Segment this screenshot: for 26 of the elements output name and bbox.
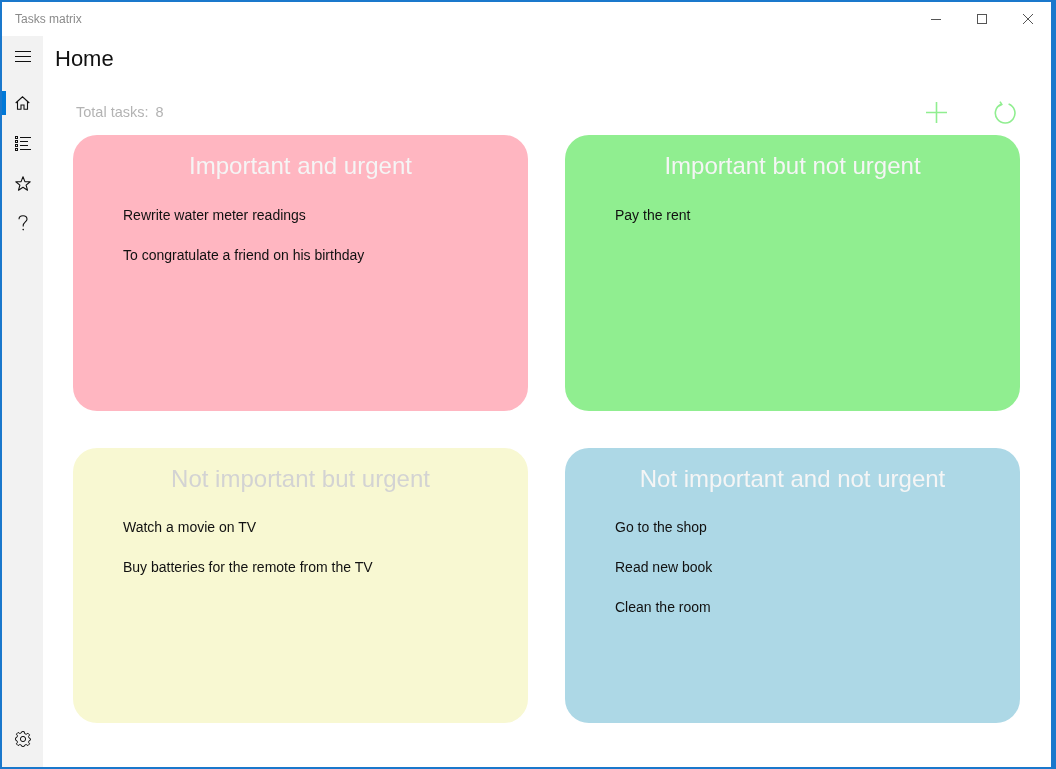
quadrant-title: Important but not urgent: [663, 153, 922, 180]
maximize-icon: [977, 14, 987, 24]
task-item[interactable]: Pay the rent: [615, 206, 691, 224]
task-item[interactable]: Rewrite water meter readings: [123, 206, 306, 224]
close-icon: [1023, 14, 1033, 24]
task-item[interactable]: Watch a movie on TV: [123, 519, 257, 536]
task-item[interactable]: Buy batteries for the remote from the TV: [123, 559, 373, 576]
total-tasks-count: 8: [155, 104, 164, 121]
question-mark-icon: [17, 215, 28, 231]
quadrant-title: Not important and not urgent: [638, 465, 947, 492]
page-title: Home: [55, 47, 114, 72]
task-item[interactable]: Clean the room: [615, 599, 711, 616]
home-icon: [15, 96, 30, 110]
total-tasks-label: Total tasks:: [76, 104, 149, 121]
window-title: Tasks matrix: [15, 12, 82, 26]
task-item[interactable]: Read new book: [615, 559, 713, 576]
refresh-icon: [994, 100, 1016, 124]
list-icon: [14, 135, 31, 151]
task-item[interactable]: To congratulate a friend on his birthday: [123, 246, 365, 264]
quadrant-title: Important and urgent: [188, 153, 413, 180]
star-icon: [14, 175, 31, 191]
task-item[interactable]: Go to the shop: [615, 519, 707, 536]
settings-icon: [14, 731, 31, 747]
minimize-icon: [931, 18, 941, 20]
menu-icon: [14, 50, 31, 62]
plus-icon: [926, 101, 947, 123]
